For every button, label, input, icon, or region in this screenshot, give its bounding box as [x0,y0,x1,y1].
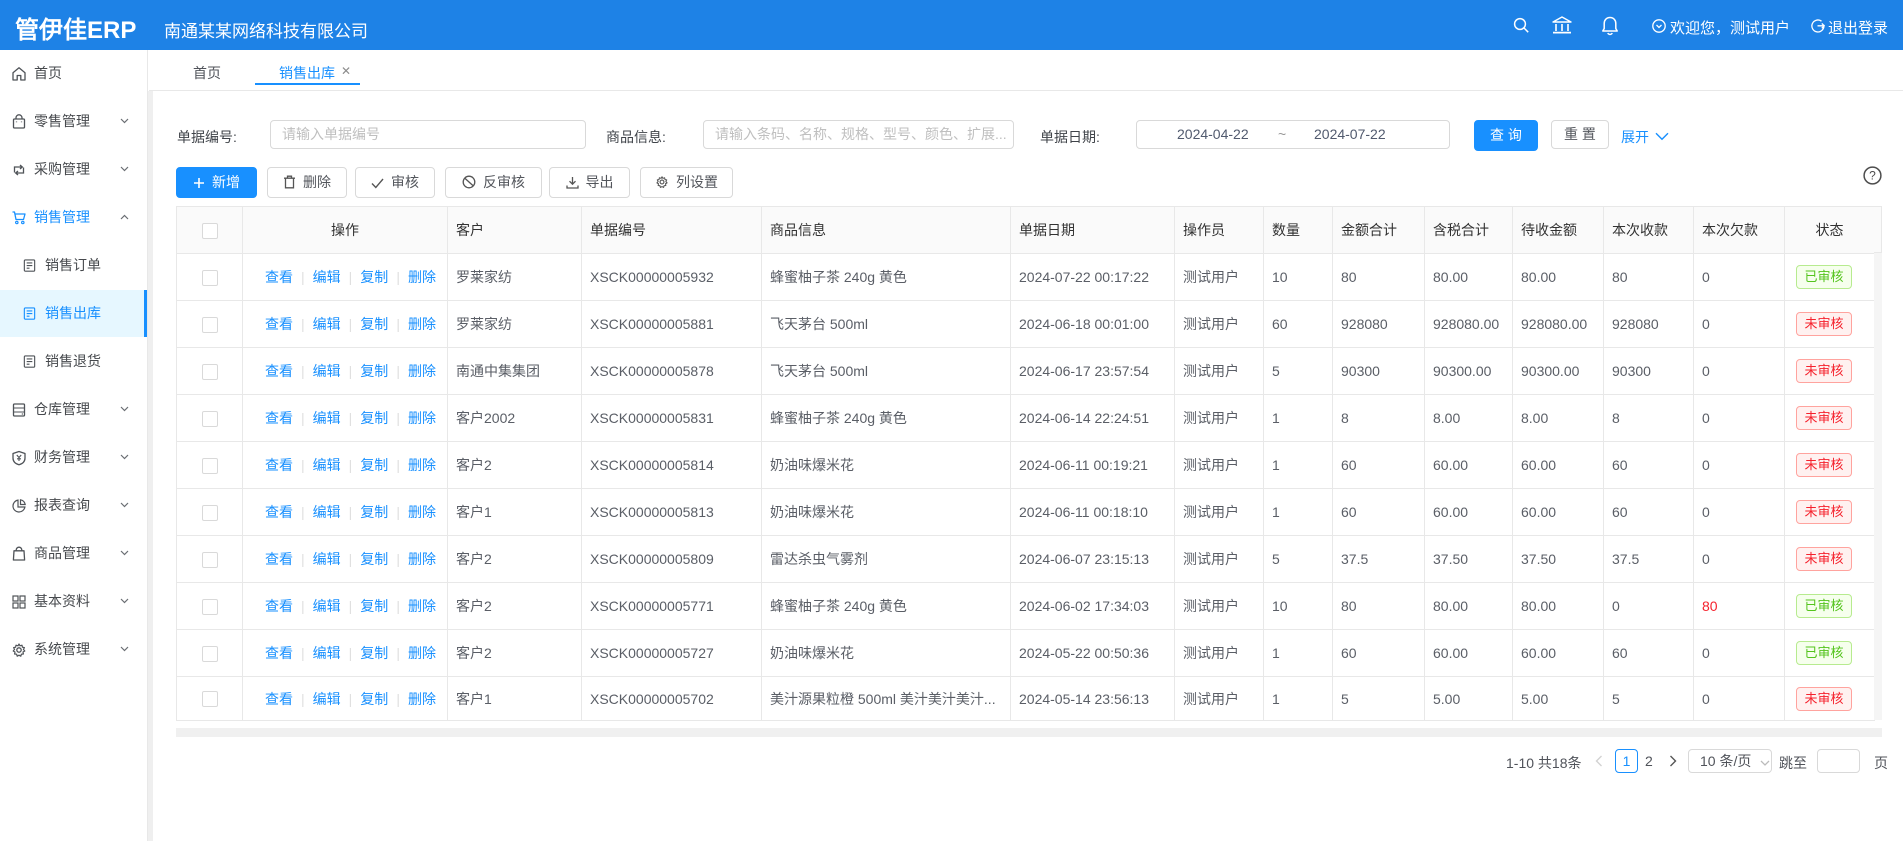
svg-text:?: ? [1869,169,1876,183]
